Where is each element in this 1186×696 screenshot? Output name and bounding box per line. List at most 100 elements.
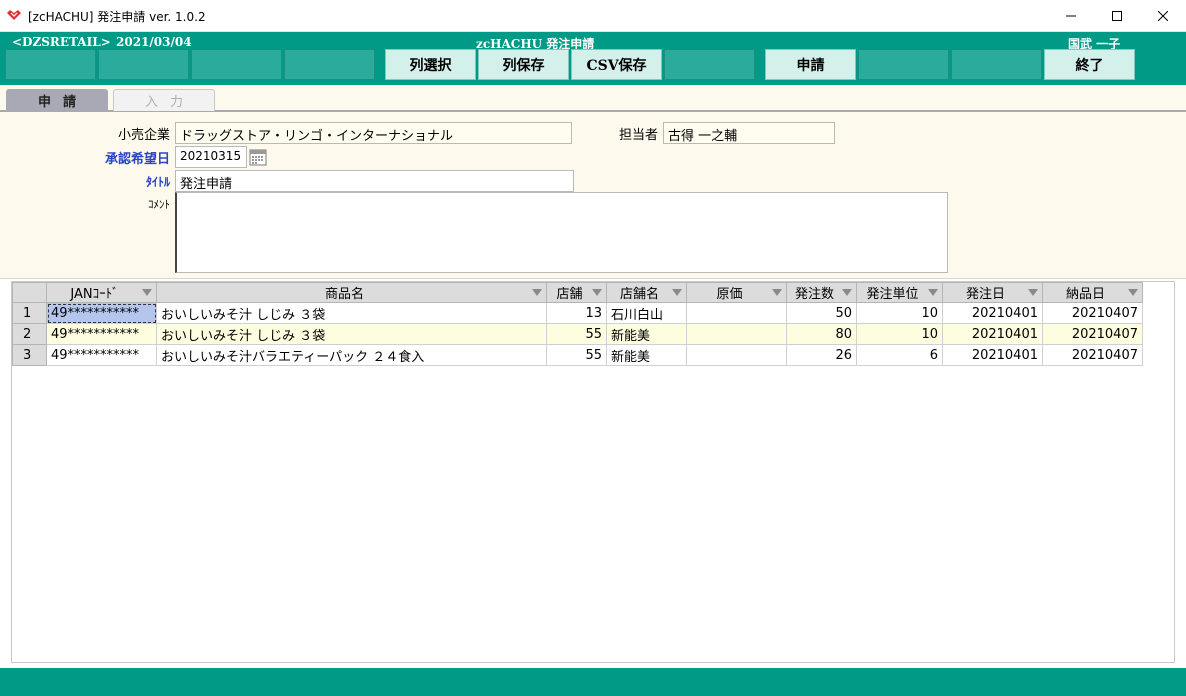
column-select-button[interactable]: 列選択 [385,49,476,80]
comment-textarea[interactable] [175,192,948,273]
function-key-2 [98,49,189,80]
table-row[interactable]: 1 49*********** おいしいみそ汁 しじみ ３袋 13 石川白山 5… [12,302,1143,324]
filter-icon[interactable] [532,289,542,296]
cell-unit[interactable]: 6 [856,344,943,366]
cell-qty[interactable]: 50 [786,302,857,324]
cell-unit[interactable]: 10 [856,323,943,345]
column-header-unit[interactable]: 発注単位 [856,282,943,303]
cell-product[interactable]: おいしいみそ汁 しじみ ３袋 [156,302,547,324]
table-row[interactable]: 2 49*********** おいしいみそ汁 しじみ ３袋 55 新能美 80… [12,323,1143,345]
cell-cost[interactable] [686,323,787,345]
cell-cost[interactable] [686,344,787,366]
function-key-4 [284,49,375,80]
cell-store-name[interactable]: 新能美 [606,323,687,345]
tab-apply[interactable]: 申請 [6,89,108,111]
tab-input[interactable]: 入力 [113,89,215,111]
cell-qty[interactable]: 80 [786,323,857,345]
minimize-icon [1066,15,1076,17]
column-header-label: 発注単位 [866,287,919,302]
column-header-label: 商品名 [324,287,364,302]
cell-store[interactable]: 13 [546,302,607,324]
row-number[interactable]: 2 [12,323,47,345]
filter-icon[interactable] [1128,289,1138,296]
cell-store-name[interactable]: 新能美 [606,344,687,366]
column-header-qty[interactable]: 発注数 [786,282,857,303]
apply-button[interactable]: 申請 [765,49,856,80]
status-bar [0,668,1186,696]
cell-store[interactable]: 55 [546,323,607,345]
row-number-header [12,282,47,303]
close-icon [1158,11,1168,21]
company-code: <DZSRETAIL> [12,35,111,49]
column-header-label: 店舗 [556,287,583,302]
cell-cost[interactable] [686,302,787,324]
column-header-label: JANｺｰﾄﾞ [70,287,119,302]
retailer-label: 小売企業 [117,128,170,143]
function-key-8 [664,49,755,80]
title-field[interactable]: 発注申請 [175,170,574,192]
order-table: JANｺｰﾄﾞ 商品名 店舗 店舗名 原価 発注数 発注単位 発注日 納品日 1… [12,282,1143,366]
title-label: ﾀｲﾄﾙ [145,175,170,189]
person-field[interactable]: 古得 一之輔 [663,122,835,144]
comment-label: ｺﾒﾝﾄ [148,198,170,211]
order-grid: JANｺｰﾄﾞ 商品名 店舗 店舗名 原価 発注数 発注単位 発注日 納品日 1… [11,281,1175,663]
filter-icon[interactable] [142,289,152,296]
tab-bar: 申請 入力 [0,85,1186,112]
filter-icon[interactable] [928,289,938,296]
filter-icon[interactable] [842,289,852,296]
maximize-button[interactable] [1094,0,1140,32]
column-save-button[interactable]: 列保存 [478,49,569,80]
column-header-jan[interactable]: JANｺｰﾄﾞ [46,282,157,303]
filter-icon[interactable] [592,289,602,296]
column-header-store[interactable]: 店舗 [546,282,607,303]
column-header-label: 発注日 [965,287,1005,302]
column-header-store-name[interactable]: 店舗名 [606,282,687,303]
cell-jan[interactable]: 49*********** [46,302,157,324]
function-key-3 [191,49,282,80]
column-header-product[interactable]: 商品名 [156,282,547,303]
cell-product[interactable]: おいしいみそ汁 しじみ ３袋 [156,323,547,345]
desired-date-field[interactable]: 20210315 [175,146,247,168]
system-date: 2021/03/04 [116,35,192,49]
column-header-label: 納品日 [1065,287,1105,302]
column-header-label: 店舗名 [619,287,659,302]
row-number[interactable]: 3 [12,344,47,366]
retailer-field[interactable]: ドラッグストア・リンゴ・インターナショナル [175,122,572,144]
cell-qty[interactable]: 26 [786,344,857,366]
cell-order-date[interactable]: 20210401 [942,323,1043,345]
cell-delivery-date[interactable]: 20210407 [1042,344,1143,366]
window-title: [zcHACHU] 発注申請 ver. 1.0.2 [28,10,206,24]
cell-jan[interactable]: 49*********** [46,323,157,345]
cell-delivery-date[interactable]: 20210407 [1042,302,1143,324]
table-row[interactable]: 3 49*********** おいしいみそ汁バラエティーパック ２４食入 55… [12,344,1143,366]
cell-order-date[interactable]: 20210401 [942,344,1043,366]
calendar-icon[interactable] [248,147,268,167]
window-titlebar: [zcHACHU] 発注申請 ver. 1.0.2 [0,0,1186,32]
app-header: <DZSRETAIL> 2021/03/04 zcHACHU 発注申請 国武 一… [0,32,1186,85]
minimize-button[interactable] [1048,0,1094,32]
function-key-10 [858,49,949,80]
cell-unit[interactable]: 10 [856,302,943,324]
filter-icon[interactable] [1028,289,1038,296]
function-key-11 [951,49,1042,80]
cell-product[interactable]: おいしいみそ汁バラエティーパック ２４食入 [156,344,547,366]
maximize-icon [1112,11,1122,21]
column-header-cost[interactable]: 原価 [686,282,787,303]
row-number[interactable]: 1 [12,302,47,324]
cell-store[interactable]: 55 [546,344,607,366]
filter-icon[interactable] [772,289,782,296]
csv-save-button[interactable]: CSV保存 [571,49,662,80]
cell-delivery-date[interactable]: 20210407 [1042,323,1143,345]
column-header-delivery-date[interactable]: 納品日 [1042,282,1143,303]
application-form: 小売企業 ドラッグストア・リンゴ・インターナショナル 担当者 古得 一之輔 承認… [0,112,1186,279]
column-header-label: 原価 [716,287,743,302]
cell-jan[interactable]: 49*********** [46,344,157,366]
column-header-order-date[interactable]: 発注日 [942,282,1043,303]
cell-order-date[interactable]: 20210401 [942,302,1043,324]
close-button[interactable] [1140,0,1186,32]
filter-icon[interactable] [672,289,682,296]
cell-store-name[interactable]: 石川白山 [606,302,687,324]
function-key-1 [5,49,96,80]
app-logo-icon [7,10,21,20]
exit-button[interactable]: 終了 [1044,49,1135,80]
